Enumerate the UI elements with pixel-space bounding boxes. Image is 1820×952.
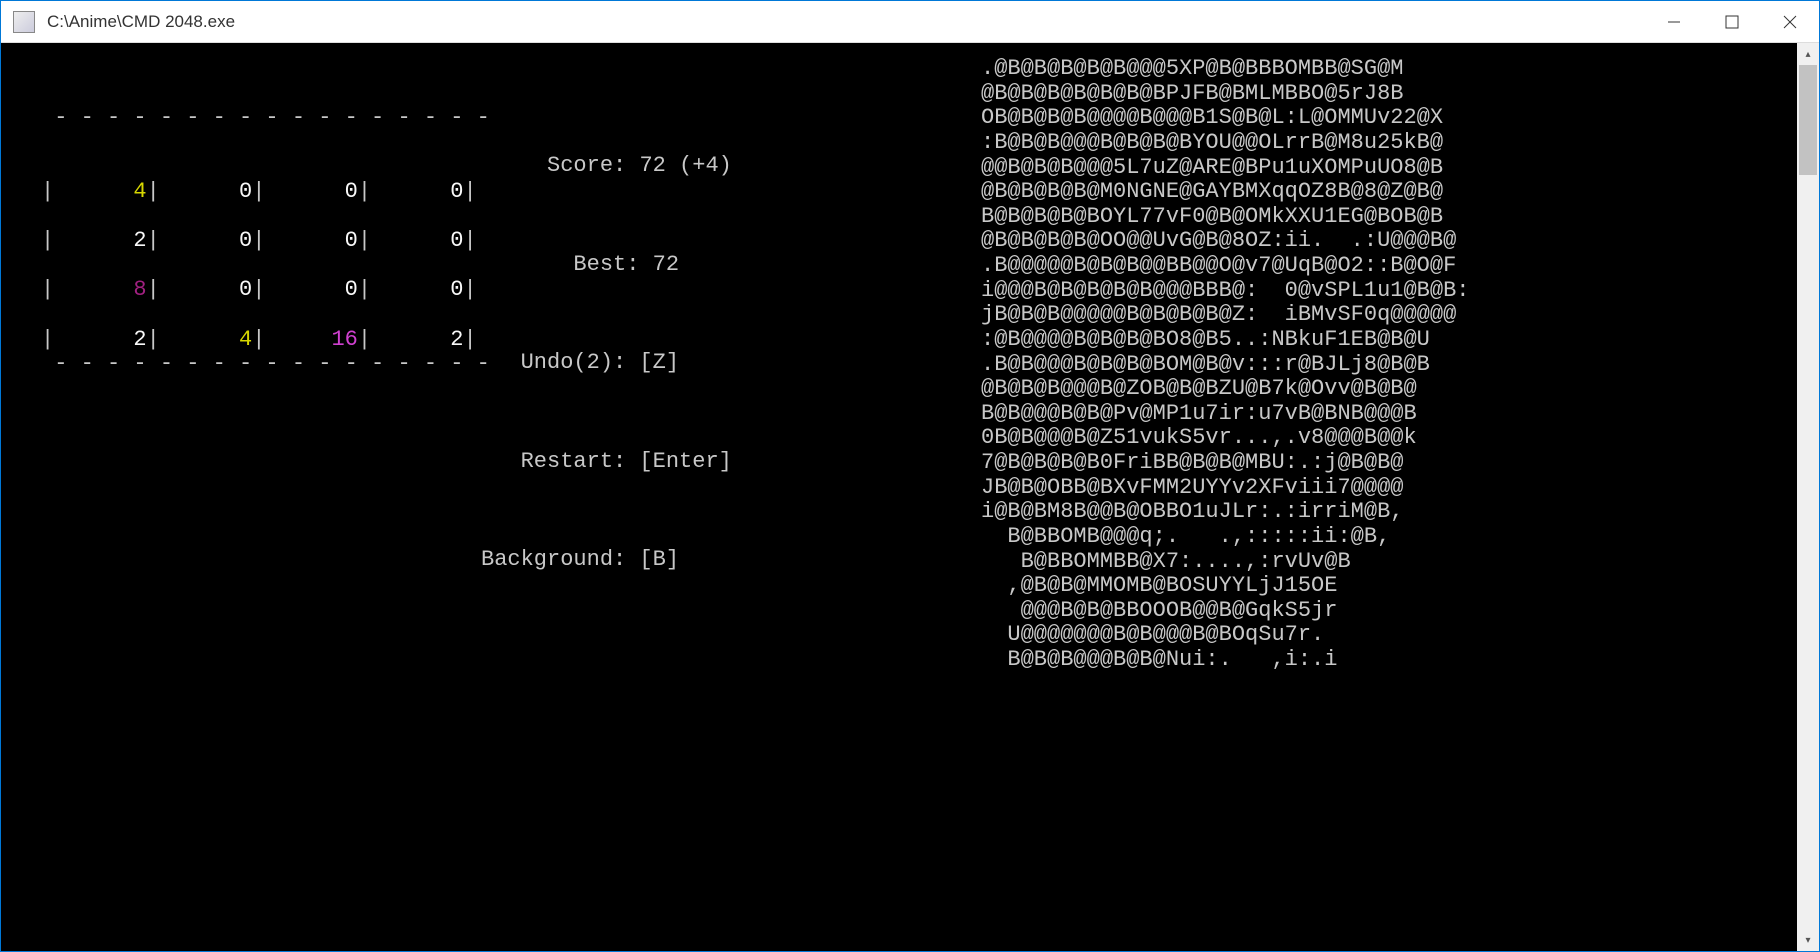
app-icon xyxy=(13,11,35,33)
close-button[interactable] xyxy=(1761,1,1819,42)
restart-key: Enter xyxy=(653,449,719,474)
titlebar[interactable]: C:\Anime\CMD 2048.exe xyxy=(1,1,1819,43)
board-border-top: - - - - - - - - - - - - - - - - - xyxy=(41,106,490,131)
window-controls xyxy=(1645,1,1819,42)
window-title: C:\Anime\CMD 2048.exe xyxy=(47,12,1645,32)
board-cell: 2 xyxy=(54,327,146,352)
best-value: 72 xyxy=(653,252,679,277)
board-row: | 2| 0| 0| 0| xyxy=(41,229,490,254)
close-icon xyxy=(1783,15,1797,29)
scroll-track[interactable] xyxy=(1797,65,1819,929)
maximize-button[interactable] xyxy=(1703,1,1761,42)
background-label: Background: xyxy=(481,547,626,572)
app-window: C:\Anime\CMD 2048.exe - - - - - - - - - … xyxy=(0,0,1820,952)
vertical-scrollbar[interactable]: ▴ ▾ xyxy=(1797,43,1819,951)
board-cell: 0 xyxy=(371,277,463,302)
score-value: 72 (+4) xyxy=(639,153,731,178)
scroll-up-button[interactable]: ▴ xyxy=(1797,43,1819,65)
maximize-icon xyxy=(1725,15,1739,29)
ascii-art: .@B@B@B@B@B@@@5XP@B@BBBOMBB@SG@M @B@B@B@… xyxy=(981,57,1469,673)
board-row: | 4| 0| 0| 0| xyxy=(41,180,490,205)
game-board: - - - - - - - - - - - - - - - - - | 4| 0… xyxy=(41,57,490,426)
board-cell: 0 xyxy=(160,228,252,253)
score-label: Score: xyxy=(481,153,626,178)
board-row: | 2| 4| 16| 2| xyxy=(41,328,490,353)
board-cell: 0 xyxy=(265,179,357,204)
board-cell: 4 xyxy=(160,327,252,352)
board-border-bottom: - - - - - - - - - - - - - - - - - xyxy=(41,352,490,377)
board-cell: 0 xyxy=(265,277,357,302)
board-cell: 8 xyxy=(54,277,146,302)
background-key: B xyxy=(653,547,666,572)
board-cell: 0 xyxy=(160,277,252,302)
board-cell: 4 xyxy=(54,179,146,204)
console-content[interactable]: - - - - - - - - - - - - - - - - - | 4| 0… xyxy=(1,43,1797,951)
board-cell: 0 xyxy=(371,179,463,204)
minimize-icon xyxy=(1667,15,1681,29)
restart-label: Restart: xyxy=(481,449,626,474)
board-cell: 2 xyxy=(371,327,463,352)
console-area: - - - - - - - - - - - - - - - - - | 4| 0… xyxy=(1,43,1819,951)
board-row: | 8| 0| 0| 0| xyxy=(41,278,490,303)
undo-label: Undo(2): xyxy=(481,350,626,375)
board-cell: 0 xyxy=(160,179,252,204)
minimize-button[interactable] xyxy=(1645,1,1703,42)
scroll-thumb[interactable] xyxy=(1799,65,1817,175)
board-cell: 0 xyxy=(265,228,357,253)
board-cell: 0 xyxy=(371,228,463,253)
scroll-down-button[interactable]: ▾ xyxy=(1797,929,1819,951)
best-label: Best: xyxy=(494,252,639,277)
undo-key: Z xyxy=(653,350,666,375)
board-cell: 16 xyxy=(265,327,357,352)
board-cell: 2 xyxy=(54,228,146,253)
info-panel: Score: 72 (+4) Best: 72 Undo(2): [Z] Res… xyxy=(481,105,732,646)
